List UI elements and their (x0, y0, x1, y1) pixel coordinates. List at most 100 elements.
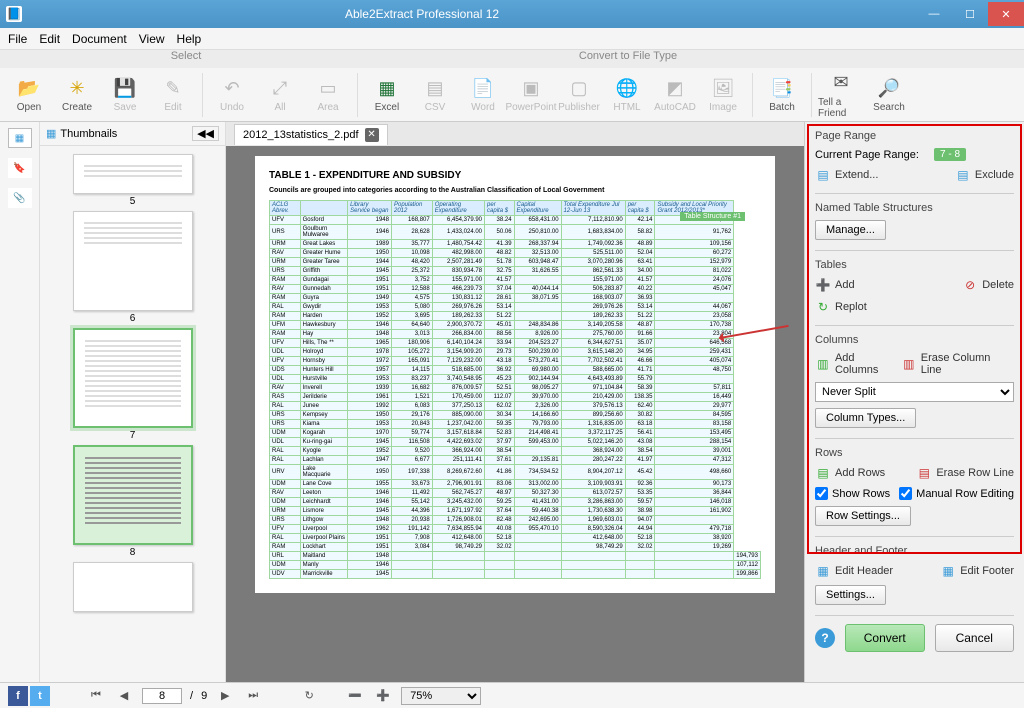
table-subtitle: Councils are grouped into categories acc… (269, 187, 761, 194)
close-button[interactable]: ✕ (988, 2, 1024, 26)
edit-button[interactable]: ✎Edit (150, 70, 196, 120)
zoom-out-button[interactable]: ➖ (345, 686, 365, 706)
all-button[interactable]: ⤢All (257, 70, 303, 120)
thumbnail-5[interactable]: 5 (44, 154, 221, 207)
zoom-in-button[interactable]: ➕ (373, 686, 393, 706)
cancel-button[interactable]: Cancel (935, 624, 1015, 652)
bookmark-button[interactable]: 🔖 (8, 158, 32, 178)
thumbnail-8[interactable]: 8 (44, 445, 221, 558)
menu-document[interactable]: Document (72, 32, 127, 46)
thumbnails-icon: ▦ (46, 127, 56, 140)
csv-button[interactable]: ▤CSV (412, 70, 458, 120)
html-button[interactable]: 🌐HTML (604, 70, 650, 120)
save-button[interactable]: 💾Save (102, 70, 148, 120)
menu-help[interactable]: Help (177, 32, 202, 46)
exclude-button[interactable]: ▤Exclude (955, 167, 1014, 183)
tellfriend-button[interactable]: ✉Tell a Friend (818, 70, 864, 120)
thumbnail-6[interactable]: 6 (44, 211, 221, 324)
exclude-icon: ▤ (955, 167, 971, 183)
delete-table-button[interactable]: ⊘Delete (962, 277, 1014, 293)
column-types-button[interactable]: Column Types... (815, 408, 916, 428)
maximize-button[interactable]: ☐ (952, 2, 988, 26)
next-page-button[interactable]: ▶ (215, 686, 235, 706)
excel-button[interactable]: ▦Excel (364, 70, 410, 120)
named-structures-title: Named Table Structures (815, 202, 1014, 214)
split-select[interactable]: Never Split (815, 382, 1014, 402)
html-icon: 🌐 (615, 76, 639, 100)
replot-button[interactable]: ↻Replot (815, 299, 1014, 315)
area-button[interactable]: ▭Area (305, 70, 351, 120)
add-columns-icon: ▥ (815, 356, 831, 372)
rotate-button[interactable]: ↻ (299, 686, 319, 706)
manage-button[interactable]: Manage... (815, 220, 886, 240)
edit-icon: ✎ (161, 76, 185, 100)
columns-title: Columns (815, 334, 1014, 346)
publisher-button[interactable]: ▢Publisher (556, 70, 602, 120)
app-title: Able2Extract Professional 12 (28, 7, 916, 21)
batch-icon: 📑 (770, 76, 794, 100)
erase-row-button[interactable]: ▤Erase Row Line (916, 465, 1014, 481)
prev-page-button[interactable]: ◀ (114, 686, 134, 706)
new-icon: ✳ (65, 76, 89, 100)
manual-row-checkbox[interactable]: Manual Row Editing (899, 487, 1014, 500)
rows-title: Rows (815, 447, 1014, 459)
convert-button[interactable]: Convert (845, 624, 925, 652)
word-button[interactable]: 📄Word (460, 70, 506, 120)
grid-view-button[interactable]: ▦ (8, 128, 32, 148)
hf-settings-button[interactable]: Settings... (815, 585, 886, 605)
create-button[interactable]: ✳Create (54, 70, 100, 120)
header-footer-title: Header and Footer (815, 545, 1014, 557)
doc-tab-close-button[interactable]: ✕ (365, 128, 379, 142)
erase-column-button[interactable]: ▥Erase Column Line (901, 352, 1014, 376)
tables-title: Tables (815, 259, 1014, 271)
thumbnails-collapse-button[interactable]: ◀◀ (192, 126, 219, 141)
open-button[interactable]: 📂Open (6, 70, 52, 120)
menu-file[interactable]: File (8, 32, 27, 46)
table-structure-badge: Table Structure #1 (680, 212, 745, 221)
toolbar: 📂Open ✳Create 💾Save ✎Edit ↶Undo ⤢All ▭Ar… (0, 68, 1024, 122)
erase-column-icon: ▥ (901, 356, 917, 372)
menu-view[interactable]: View (139, 32, 165, 46)
page-input[interactable] (142, 688, 182, 704)
header-icon: ▦ (815, 563, 831, 579)
show-rows-checkbox[interactable]: Show Rows (815, 487, 890, 500)
title-bar: 📘 Able2Extract Professional 12 — ☐ ✕ (0, 0, 1024, 28)
excel-icon: ▦ (375, 76, 399, 100)
page-range-title: Page Range (815, 130, 1014, 142)
help-button[interactable]: ? (815, 628, 835, 648)
image-button[interactable]: 🖼Image (700, 70, 746, 120)
first-page-button[interactable]: ⏮ (86, 686, 106, 706)
minimize-button[interactable]: — (916, 2, 952, 26)
table-title: TABLE 1 - EXPENDITURE AND SUBSIDY (269, 170, 761, 181)
add-rows-button[interactable]: ▤Add Rows (815, 465, 885, 481)
autocad-button[interactable]: ◩AutoCAD (652, 70, 698, 120)
extend-button[interactable]: ▤Extend... (815, 167, 878, 183)
thumbnail-next[interactable] (44, 562, 221, 612)
edit-footer-button[interactable]: ▦Edit Footer (940, 563, 1014, 579)
doc-viewport[interactable]: TABLE 1 - EXPENDITURE AND SUBSIDY Counci… (226, 146, 804, 682)
last-page-button[interactable]: ⏭ (243, 686, 263, 706)
zoom-select[interactable]: 75% (401, 687, 481, 705)
add-icon: ➕ (815, 277, 831, 293)
row-settings-button[interactable]: Row Settings... (815, 506, 911, 526)
search-button[interactable]: 🔎Search (866, 70, 912, 120)
undo-button[interactable]: ↶Undo (209, 70, 255, 120)
current-range-label: Current Page Range: (815, 149, 919, 161)
erase-row-icon: ▤ (916, 465, 932, 481)
twitter-button[interactable]: t (30, 686, 50, 706)
app-icon: 📘 (6, 6, 22, 22)
edit-header-button[interactable]: ▦Edit Header (815, 563, 893, 579)
page-total: 9 (201, 690, 207, 702)
save-icon: 💾 (113, 76, 137, 100)
attachment-button[interactable]: 📎 (8, 188, 32, 208)
thumbnail-7[interactable]: 7 (44, 328, 221, 441)
add-columns-button[interactable]: ▥Add Columns (815, 352, 901, 376)
area-icon: ▭ (316, 76, 340, 100)
select-label: Select (0, 50, 232, 68)
batch-button[interactable]: 📑Batch (759, 70, 805, 120)
doc-tab[interactable]: 2012_13statistics_2.pdf ✕ (234, 124, 388, 145)
facebook-button[interactable]: f (8, 686, 28, 706)
add-table-button[interactable]: ➕Add (815, 277, 855, 293)
menu-edit[interactable]: Edit (39, 32, 60, 46)
powerpoint-button[interactable]: ▣PowerPoint (508, 70, 554, 120)
